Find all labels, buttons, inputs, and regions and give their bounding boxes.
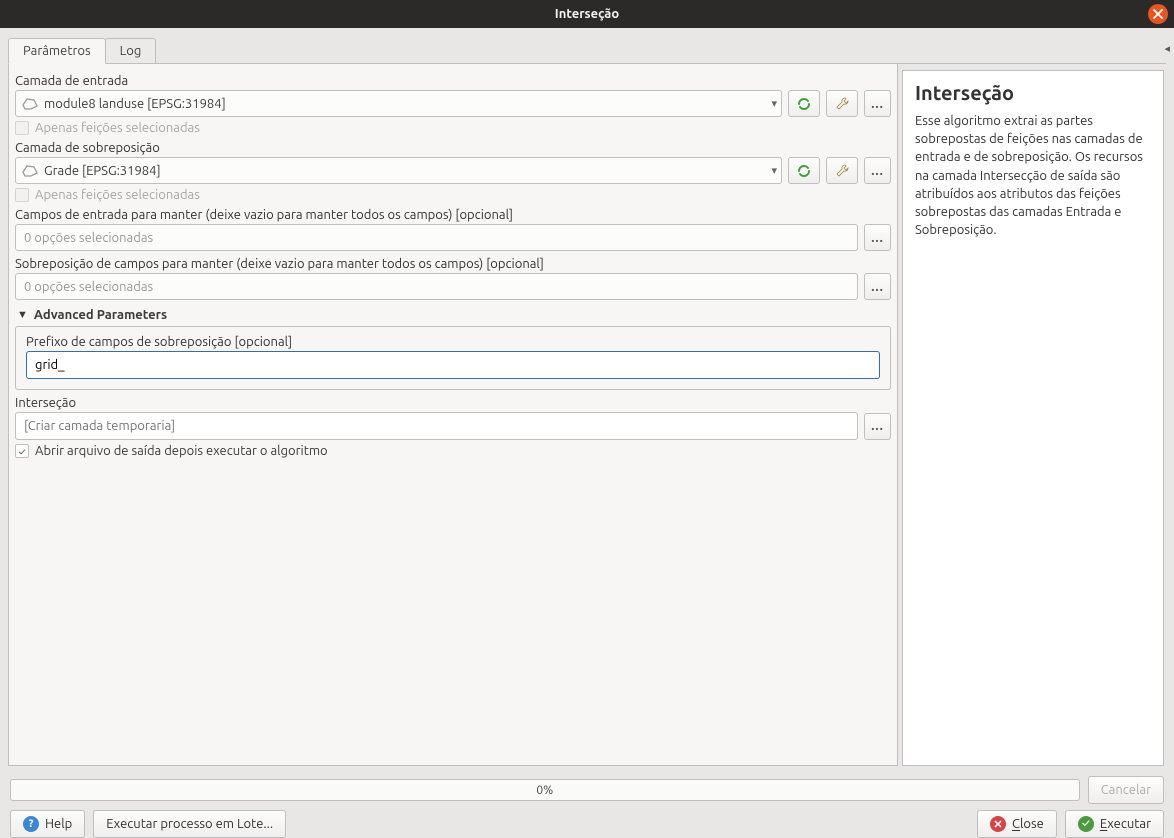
parameters-panel: Camada de entrada module8 landuse [EPSG:… <box>8 64 898 766</box>
overlay-prefix-label: Prefixo de campos de sobreposição [opcio… <box>26 335 880 349</box>
tab-bar: Parâmetros Log ◂ <box>8 38 1166 64</box>
collapse-icon: ▼ <box>17 309 28 321</box>
close-button-label: Close <box>1012 817 1044 831</box>
input-fields-multiselect[interactable]: 0 opções selecionadas <box>15 224 858 251</box>
overlay-layer-selected-only-checkbox <box>15 188 29 202</box>
help-icon: ? <box>23 816 39 832</box>
overlay-layer-selected-only-label: Apenas feições selecionadas <box>35 188 200 202</box>
run-button[interactable]: ✓ Executar <box>1065 810 1164 838</box>
help-button[interactable]: ? Help <box>10 810 85 838</box>
help-title: Interseção <box>915 81 1151 104</box>
input-layer-combo[interactable]: module8 landuse [EPSG:31984] ▾ <box>15 90 782 117</box>
run-button-label: Executar <box>1100 817 1151 831</box>
output-browse-button[interactable]: ... <box>864 413 891 440</box>
input-layer-label: Camada de entrada <box>15 74 891 88</box>
chevron-down-icon: ▾ <box>771 164 777 177</box>
ok-icon: ✓ <box>1078 816 1094 832</box>
tab-log[interactable]: Log <box>105 38 157 63</box>
input-layer-value: module8 landuse [EPSG:31984] <box>44 97 226 111</box>
input-layer-browse-button[interactable]: ... <box>864 90 891 117</box>
cancel-button: Cancelar <box>1088 776 1164 804</box>
close-dialog-icon: ✕ <box>990 816 1006 832</box>
overlay-fields-label: Sobreposição de campos para manter (deix… <box>15 257 891 271</box>
overlay-prefix-input[interactable] <box>26 351 880 379</box>
input-layer-iterate-button[interactable] <box>788 90 820 117</box>
input-layer-selected-only-checkbox <box>15 121 29 135</box>
window-title: Interseção <box>555 7 619 21</box>
tab-parameters[interactable]: Parâmetros <box>8 38 106 64</box>
chevron-down-icon: ▾ <box>771 97 777 110</box>
overlay-layer-value: Grade [EPSG:31984] <box>44 164 161 178</box>
overlay-layer-browse-button[interactable]: ... <box>864 157 891 184</box>
input-fields-label: Campos de entrada para manter (deixe vaz… <box>15 208 891 222</box>
close-icon <box>1153 9 1163 19</box>
progress-bar: 0% <box>10 779 1080 801</box>
splitter-handle-icon[interactable]: ◂ <box>1164 42 1170 55</box>
close-button[interactable]: ✕ Close <box>977 810 1057 838</box>
polygon-layer-icon <box>22 165 38 177</box>
input-fields-browse-button[interactable]: ... <box>864 224 891 251</box>
refresh-icon <box>795 162 813 180</box>
overlay-layer-options-button[interactable] <box>826 157 858 184</box>
open-after-checkbox[interactable] <box>15 444 29 458</box>
advanced-parameters-box: Prefixo de campos de sobreposição [opcio… <box>15 326 891 390</box>
wrench-icon <box>833 162 851 180</box>
progress-row: 0% Cancelar <box>10 776 1164 804</box>
advanced-parameters-toggle[interactable]: ▼ Advanced Parameters <box>17 308 891 322</box>
batch-button[interactable]: Executar processo em Lote... <box>93 810 286 838</box>
help-body: Esse algoritmo extrai as partes sobrepos… <box>915 112 1151 239</box>
output-path-input[interactable] <box>15 412 858 440</box>
output-label: Interseção <box>15 396 891 410</box>
help-button-label: Help <box>45 817 72 831</box>
overlay-fields-multiselect[interactable]: 0 opções selecionadas <box>15 273 858 300</box>
window-close-button[interactable] <box>1148 4 1168 24</box>
progress-text: 0% <box>536 784 553 797</box>
polygon-layer-icon <box>22 98 38 110</box>
refresh-icon <box>795 95 813 113</box>
overlay-layer-label: Camada de sobreposição <box>15 141 891 155</box>
overlay-layer-combo[interactable]: Grade [EPSG:31984] ▾ <box>15 157 782 184</box>
wrench-icon <box>833 95 851 113</box>
advanced-parameters-title: Advanced Parameters <box>34 308 167 322</box>
dialog-button-row: ? Help Executar processo em Lote... ✕ Cl… <box>10 810 1164 838</box>
overlay-fields-browse-button[interactable]: ... <box>864 273 891 300</box>
overlay-layer-iterate-button[interactable] <box>788 157 820 184</box>
open-after-label: Abrir arquivo de saída depois executar o… <box>35 444 328 458</box>
titlebar: Interseção <box>0 0 1174 28</box>
input-layer-selected-only-label: Apenas feições selecionadas <box>35 121 200 135</box>
input-layer-options-button[interactable] <box>826 90 858 117</box>
help-panel: Interseção Esse algoritmo extrai as part… <box>902 70 1164 766</box>
